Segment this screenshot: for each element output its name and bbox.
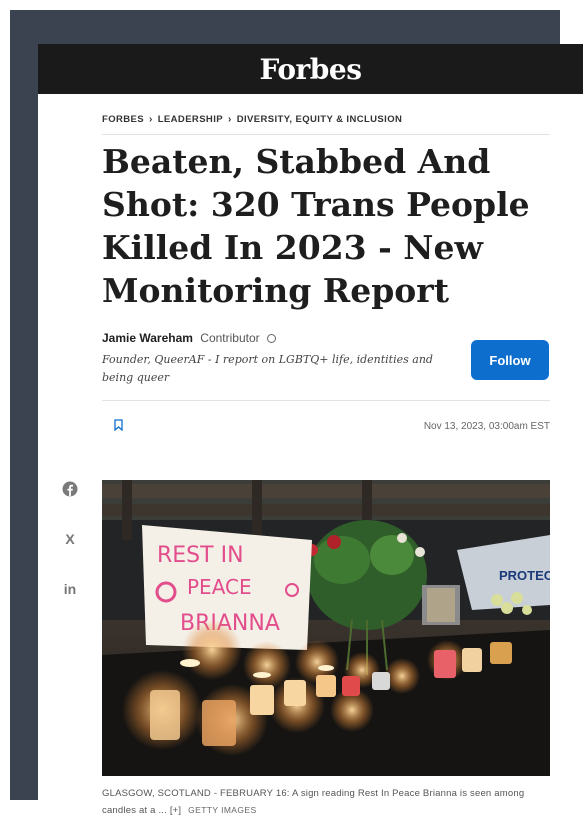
hero-image[interactable]: PROTECT REST IN PEACE BRIANNA	[102, 480, 550, 776]
svg-text:PEACE: PEACE	[187, 575, 252, 599]
article-headline: Beaten, Stabbed And Shot: 320 Trans Peop…	[102, 142, 530, 310]
breadcrumb-item-dei[interactable]: DIVERSITY, EQUITY & INCLUSION	[237, 114, 403, 125]
author-role: Contributor	[200, 331, 260, 345]
caption-text: GLASGOW, SCOTLAND - FEBRUARY 16: A sign …	[102, 788, 525, 816]
linkedin-icon[interactable]: in	[58, 580, 82, 598]
follow-button[interactable]: Follow	[471, 340, 549, 380]
caption-expand-button[interactable]: [+]	[170, 805, 181, 816]
breadcrumb-item-forbes[interactable]: FORBES	[102, 114, 144, 125]
info-icon[interactable]	[267, 334, 276, 344]
image-caption: GLASGOW, SCOTLAND - FEBRUARY 16: A sign …	[102, 785, 550, 819]
author-bio: Founder, QueerAF - I report on LGBTQ+ li…	[102, 353, 433, 384]
chevron-right-icon: ›	[149, 114, 153, 125]
article-meta-row: Nov 13, 2023, 03:00am EST	[102, 400, 550, 451]
forbes-logo[interactable]: Forbes	[260, 53, 362, 86]
caption-credit: GETTY IMAGES	[188, 805, 257, 815]
publish-date: Nov 13, 2023, 03:00am EST	[423, 421, 550, 432]
vigil-photo: PROTECT REST IN PEACE BRIANNA	[102, 480, 550, 776]
masthead: Forbes	[38, 44, 583, 94]
article-page: Forbes FORBES › LEADERSHIP › DIVERSITY, …	[38, 44, 583, 827]
breadcrumb: FORBES › LEADERSHIP › DIVERSITY, EQUITY …	[102, 114, 550, 135]
chevron-right-icon: ›	[227, 114, 232, 125]
svg-text:REST IN: REST IN	[157, 543, 244, 568]
breadcrumb-item-leadership[interactable]: LEADERSHIP	[158, 114, 223, 125]
facebook-icon[interactable]	[58, 480, 82, 498]
author-name[interactable]: Jamie Wareham	[102, 331, 193, 345]
share-bar: X in	[58, 480, 82, 630]
x-icon[interactable]: X	[58, 530, 82, 548]
svg-text:PROTECT: PROTECT	[499, 568, 550, 583]
bookmark-icon[interactable]	[114, 419, 123, 431]
